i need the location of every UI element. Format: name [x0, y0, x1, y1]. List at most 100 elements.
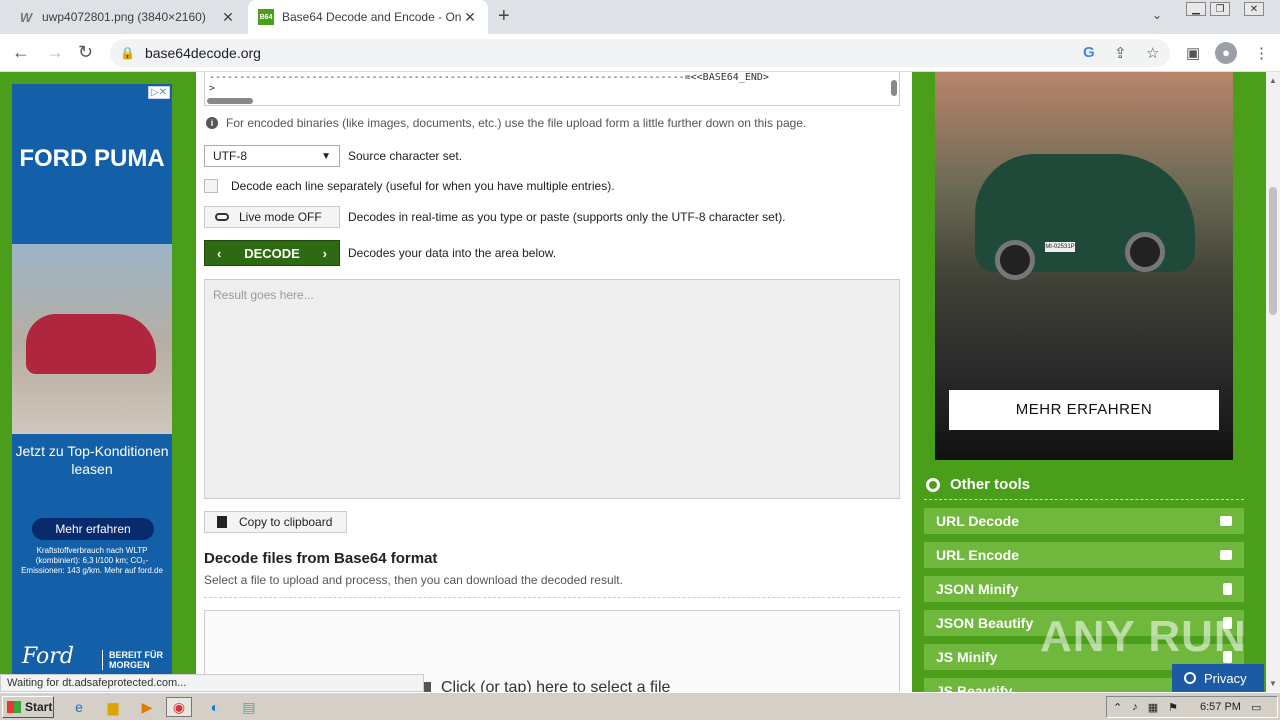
minimize-icon[interactable]: ▁ [1186, 2, 1206, 16]
close-tab-icon[interactable]: ✕ [220, 9, 236, 26]
info-icon: i [206, 117, 218, 129]
reload-icon[interactable]: ↻ [78, 42, 93, 63]
textarea-text: ----------------------------------------… [209, 72, 769, 83]
files-subtitle: Select a file to upload and process, the… [204, 573, 623, 587]
tool-label: URL Decode [936, 513, 1019, 529]
ad-choices-icon[interactable]: ▷✕ [147, 86, 170, 99]
live-mode-button[interactable]: Live mode OFF [204, 206, 340, 228]
tab-image[interactable]: W uwp4072801.png (3840×2160) ✕ [8, 0, 246, 34]
folder-icon[interactable]: ▆ [100, 697, 126, 717]
taskbar: Start e ▆ ▶ ◉ ◐ ▤ ⌃ ♪ ▦ ⚑ 6:57 PM ▭ [0, 692, 1280, 720]
ad-cta-button[interactable]: Mehr erfahren [32, 518, 154, 540]
tool-json-minify[interactable]: JSON Minify [924, 576, 1244, 602]
tab-base64[interactable]: B64 Base64 Decode and Encode - Online ✕ [248, 0, 488, 34]
tool-url-encode[interactable]: URL Encode [924, 542, 1244, 568]
scrollbar-thumb[interactable] [1269, 187, 1277, 315]
side-panel-icon[interactable]: ▣ [1186, 44, 1200, 62]
files-heading: Decode files from Base64 format [204, 550, 438, 567]
status-bar: Waiting for dt.adsafeprotected.com... [0, 674, 424, 692]
gear-icon [1184, 672, 1196, 684]
lock-icon: 🔒 [120, 46, 135, 60]
copy-label: Copy to clipboard [239, 515, 333, 529]
start-button[interactable]: Start [2, 696, 54, 718]
clock[interactable]: 6:57 PM [1200, 701, 1241, 713]
windows-logo-icon [7, 701, 21, 713]
ad-car-image [26, 314, 156, 374]
bookmark-star-icon[interactable]: ☆ [1146, 44, 1159, 62]
result-placeholder: Result goes here... [213, 288, 314, 302]
ad-cta-button[interactable]: MEHR ERFAHREN [949, 390, 1219, 430]
ford-ad[interactable]: ▷✕ FORD PUMA Jetzt zu Top-Konditionen le… [12, 84, 172, 684]
copy-to-clipboard-button[interactable]: Copy to clipboard [204, 511, 347, 533]
chrome-icon[interactable]: ◉ [166, 697, 192, 717]
share-icon[interactable]: ⇪ [1114, 44, 1127, 62]
tab-search-chevron-icon[interactable]: ⌄ [1152, 8, 1162, 22]
textarea-horizontal-scrollbar[interactable] [207, 98, 253, 104]
decode-button[interactable]: ‹ DECODE › [204, 240, 340, 266]
decode-label: DECODE [244, 245, 300, 261]
chevron-left-icon: ‹ [217, 245, 222, 261]
privacy-button[interactable]: Privacy [1172, 664, 1264, 692]
ad-fine-print: Kraftstoffverbrauch nach WLTP (kombinier… [21, 546, 163, 575]
close-window-icon[interactable]: ✕ [1244, 2, 1264, 16]
address-bar[interactable]: 🔒 base64decode.org [110, 39, 1170, 67]
charset-value: UTF-8 [213, 149, 247, 163]
close-tab-icon[interactable]: ✕ [462, 9, 478, 26]
divider [204, 597, 900, 598]
scroll-up-icon[interactable]: ▲ [1269, 76, 1277, 85]
tool-url-decode[interactable]: URL Decode [924, 508, 1244, 534]
dropzone-label-row: Click (or tap) here to select a file [421, 679, 670, 692]
each-line-checkbox[interactable] [204, 179, 218, 193]
envelope-open-icon [1220, 516, 1232, 526]
tool-label: JSON Minify [936, 581, 1019, 597]
chevron-right-icon: › [322, 245, 327, 261]
each-line-row: Decode each line separately (useful for … [204, 179, 615, 193]
start-label: Start [25, 700, 53, 714]
edge-icon[interactable]: ◐ [202, 697, 228, 717]
result-textarea[interactable]: Result goes here... [204, 279, 900, 499]
toggle-icon [215, 213, 229, 221]
decode-row: ‹ DECODE › Decodes your data into the ar… [204, 240, 556, 266]
tool-label: JS Minify [936, 649, 998, 665]
base64-input-textarea[interactable]: ----------------------------------------… [204, 72, 900, 106]
dropzone-label: Click (or tap) here to select a file [441, 679, 671, 692]
show-desktop-icon[interactable]: ▭ [1251, 701, 1261, 714]
ad-brand: FORD PUMA [19, 145, 165, 172]
page-scrollbar[interactable]: ▲ ▼ [1266, 72, 1280, 692]
clipboard-icon [217, 516, 227, 528]
ad-slogan: BEREIT FÜR MORGEN [102, 650, 172, 670]
volume-icon[interactable]: ♪ [1132, 701, 1138, 713]
scroll-down-icon[interactable]: ▼ [1269, 679, 1277, 688]
car-ad[interactable]: MI-02531P MEHR ERFAHREN [935, 72, 1233, 460]
base64-favicon-icon: B64 [258, 9, 274, 25]
profile-avatar-icon[interactable]: ● [1215, 42, 1237, 64]
forward-icon[interactable]: → [46, 42, 64, 63]
textarea-vertical-scrollbar[interactable] [891, 80, 897, 96]
notepad-icon[interactable]: ▤ [236, 697, 262, 717]
other-tools-heading: Other tools [924, 470, 1244, 500]
live-mode-description: Decodes in real-time as you type or past… [348, 210, 786, 224]
live-mode-label: Live mode OFF [239, 210, 322, 224]
menu-kebab-icon[interactable]: ⋮ [1254, 44, 1269, 62]
tray-expand-icon[interactable]: ⌃ [1113, 701, 1122, 714]
restore-icon[interactable]: ❐ [1210, 2, 1230, 16]
charset-select[interactable]: UTF-8 ▼ [204, 145, 340, 167]
browser-toolbar: ← → ↻ 🔒 base64decode.org G ⇪ ☆ ▣ ● ⋮ [0, 34, 1280, 72]
system-tray: ⌃ ♪ ▦ ⚑ 6:57 PM ▭ [1106, 696, 1278, 718]
chevron-down-icon: ▼ [321, 150, 331, 162]
main-content: ----------------------------------------… [196, 72, 912, 692]
anyrun-watermark: ANY RUN [1040, 612, 1247, 661]
network-icon[interactable]: ▦ [1148, 701, 1158, 714]
back-icon[interactable]: ← [12, 42, 30, 63]
charset-label: Source character set. [348, 149, 463, 163]
new-tab-button[interactable]: + [498, 5, 510, 28]
media-player-icon[interactable]: ▶ [134, 697, 160, 717]
tab-strip: W uwp4072801.png (3840×2160) ✕ B64 Base6… [0, 0, 1280, 34]
file-icon [1223, 583, 1232, 595]
flag-icon[interactable]: ⚑ [1168, 701, 1178, 714]
tool-label: JSON Beautify [936, 615, 1034, 631]
ad-wheel [1125, 232, 1165, 272]
ie-icon[interactable]: e [66, 697, 92, 717]
google-icon[interactable]: G [1083, 44, 1095, 61]
tool-label: URL Encode [936, 547, 1019, 563]
